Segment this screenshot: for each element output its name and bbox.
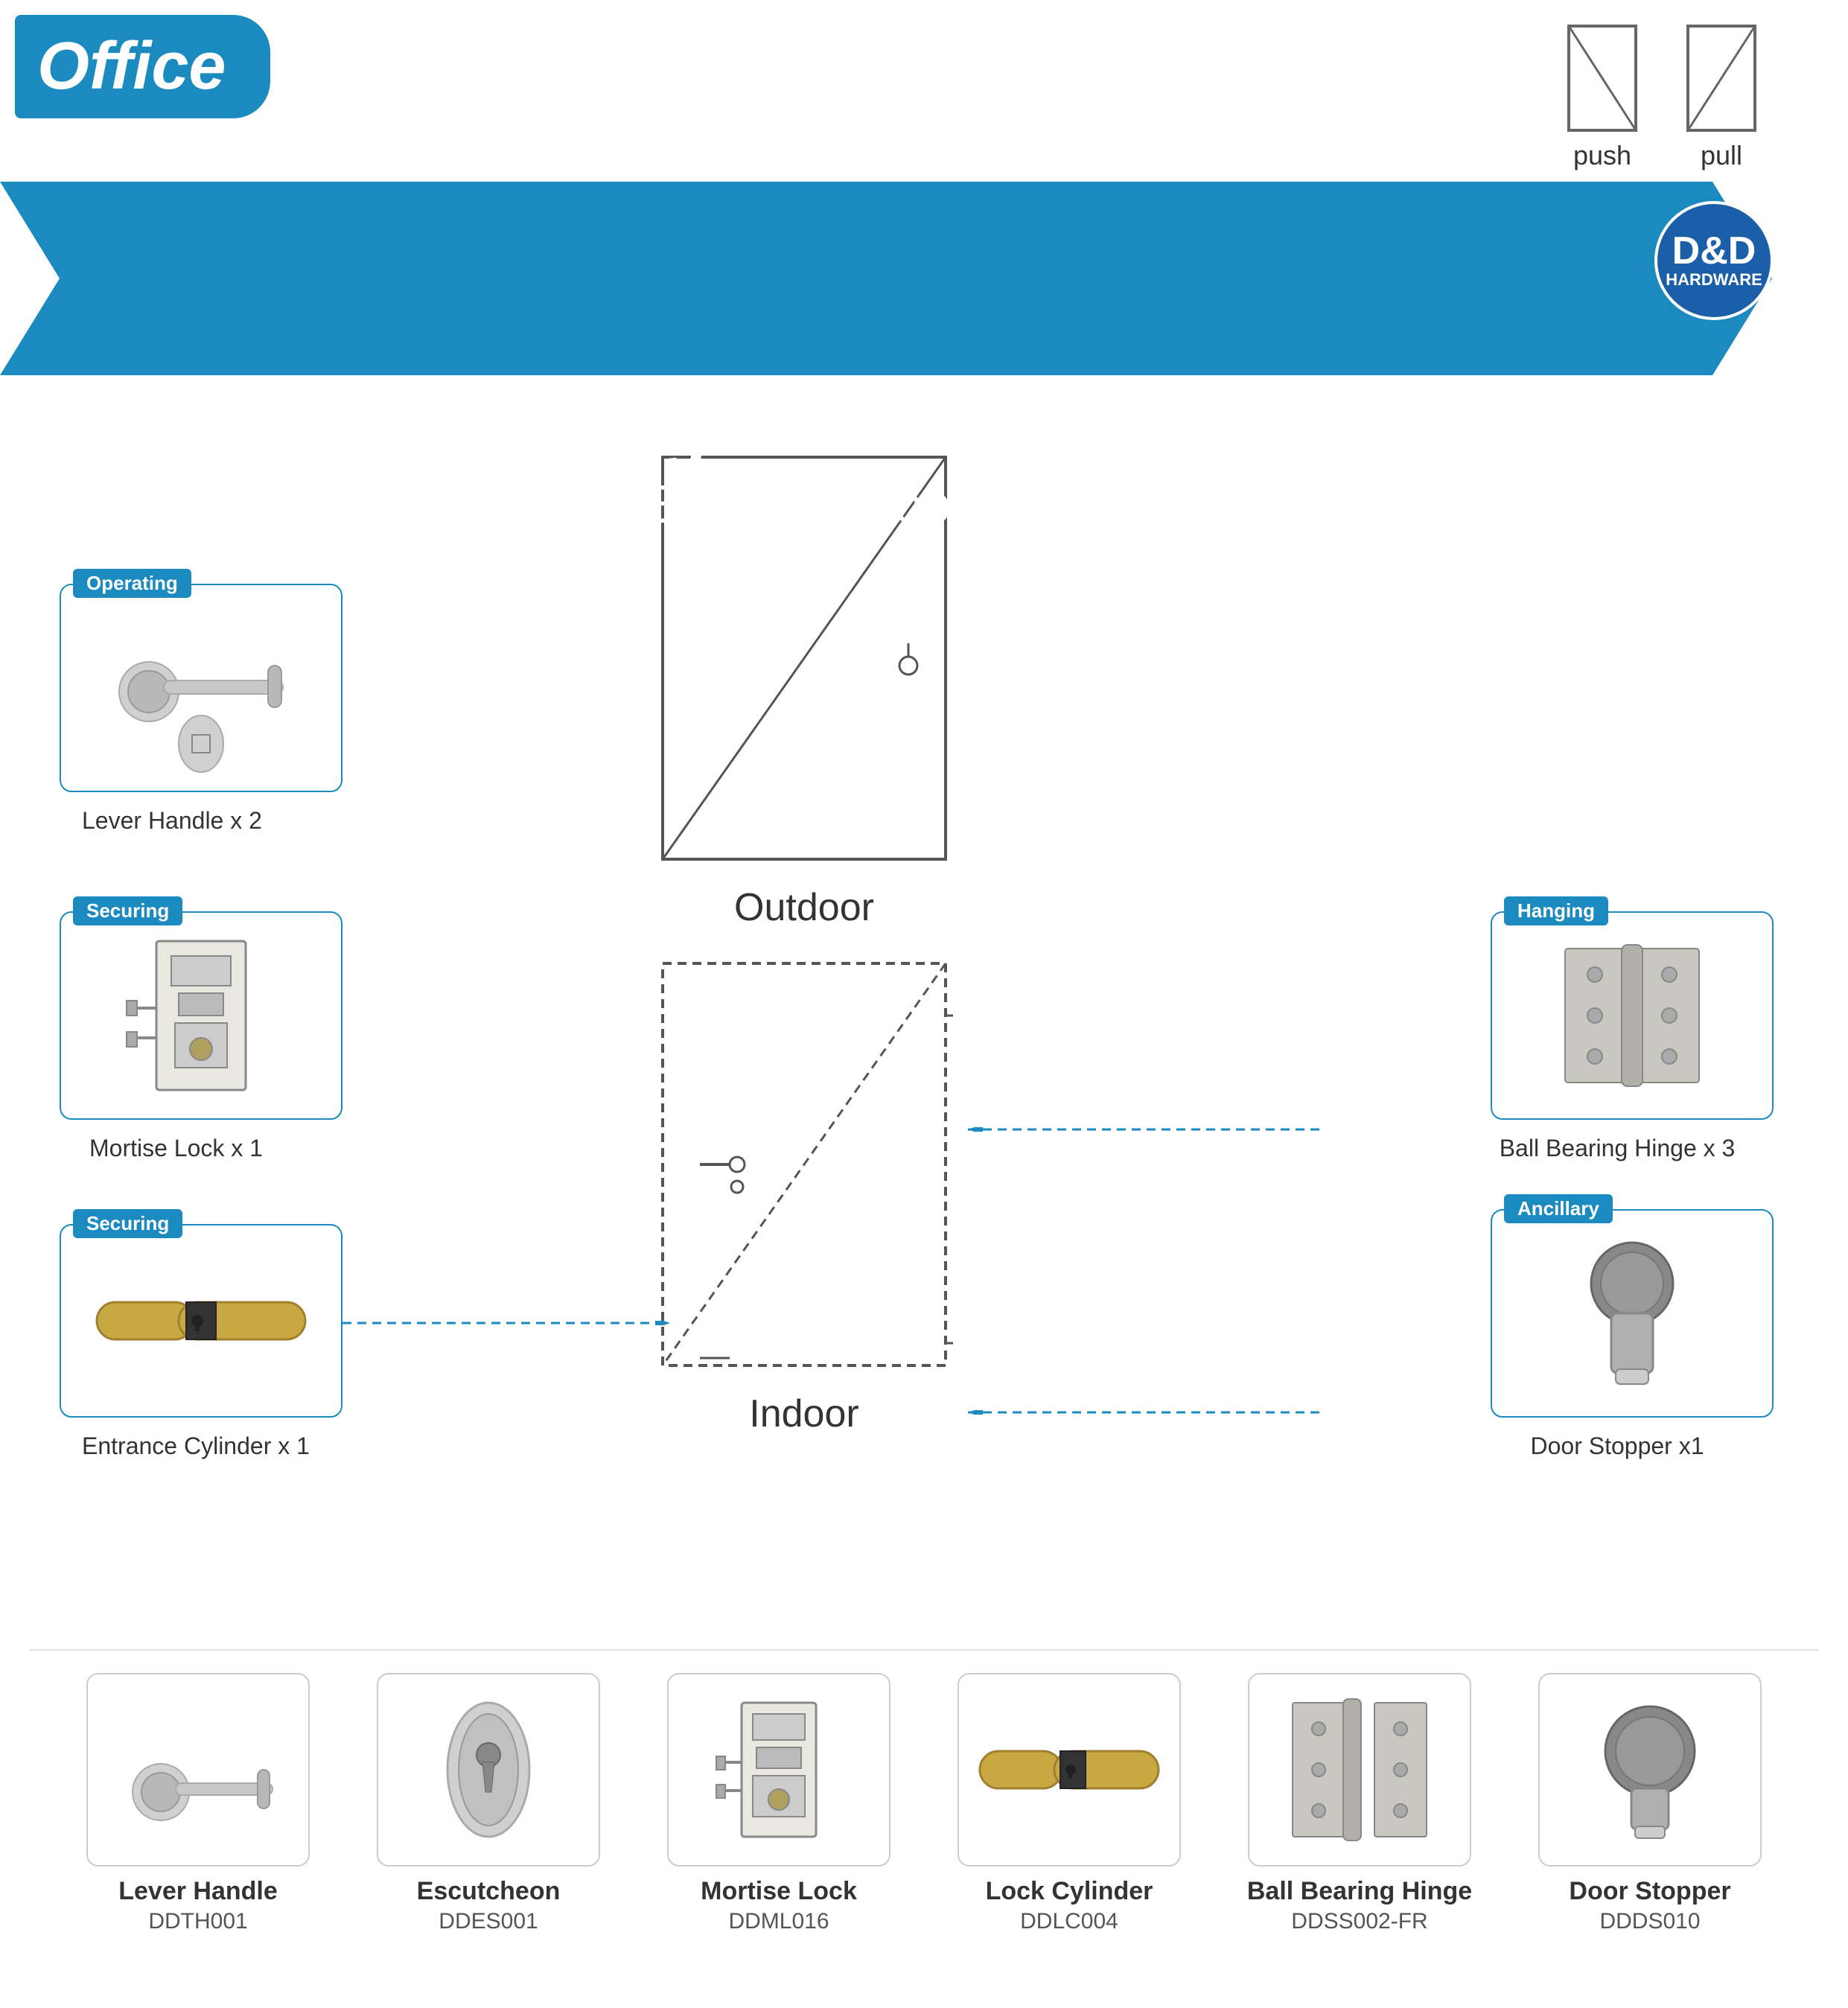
pull-item: pull [1684,22,1759,171]
bottom-cylinder-box [958,1673,1181,1867]
bottom-lever-handle-box [86,1673,310,1867]
bottom-escutcheon-image [436,1695,541,1844]
bottom-lever-handle: Lever Handle DDTH001 [75,1673,321,1934]
ancillary-tag: Ancillary [1504,1194,1613,1223]
dd-logo-sub: HARDWARE [1666,270,1762,290]
hinge-image [1535,934,1729,1097]
bottom-mortise-lock-box [667,1673,890,1867]
door-stopper-label: Door Stopper x1 [1476,1432,1759,1460]
bottom-stopper-image [1583,1695,1717,1844]
bottom-lever-image [109,1703,287,1837]
push-label: push [1573,140,1631,171]
office-title: Office [37,28,226,105]
bottom-mortise-code: DDML016 [728,1909,829,1934]
indoor-door-svg [655,956,953,1373]
hinge-connector-line [968,1127,1325,1132]
pull-label: pull [1701,140,1742,171]
pull-icon [1684,22,1759,134]
bottom-products-row: Lever Handle DDTH001 Escutcheon DDES001 [0,1651,1848,2008]
stopper-connector-line [968,1410,1325,1415]
indoor-door-label: Indoor [655,1392,953,1436]
bottom-hinge-name: Ball Bearing Hinge [1247,1877,1472,1906]
push-item: push [1565,22,1640,171]
entrance-cylinder-card: Securing [60,1224,342,1418]
bottom-stopper-box [1538,1673,1762,1867]
ball-bearing-hinge-card: Hanging [1491,911,1774,1120]
office-badge: Office [15,15,270,118]
bottom-cylinder-code: DDLC004 [1020,1909,1118,1934]
bottom-cylinder-name: Lock Cylinder [986,1877,1153,1906]
push-icon [1565,22,1640,134]
bottom-escutcheon: Escutcheon DDES001 [366,1673,611,1934]
bottom-lever-handle-code: DDTH001 [148,1909,247,1934]
bottom-cylinder-image [972,1721,1166,1818]
stopper-image [1558,1231,1707,1395]
ball-bearing-hinge-label: Ball Bearing Hinge x 3 [1476,1135,1759,1162]
header: Office push pull [0,0,1848,182]
mortise-lock-card: Securing [60,911,342,1120]
cylinder-image [82,1261,320,1380]
cylinder-connector-line [342,1321,670,1325]
lever-handle-label: Lever Handle x 2 [82,807,262,835]
bottom-hinge-code: DDSS002-FR [1291,1909,1427,1934]
bottom-door-stopper: Door Stopper DDDS010 [1527,1673,1773,1934]
banner-title: Single Door Solution [541,386,1307,471]
bottom-hinge-image [1278,1695,1441,1844]
bottom-hinge-box [1248,1673,1471,1867]
lever-handle-card: Operating [60,584,342,792]
outdoor-door-label: Outdoor [655,885,953,930]
mortise-lock-image [112,934,290,1097]
banner: Single Door Solution (European configura… [0,182,1848,375]
main-content: Outdoor Indoor Operating [0,375,1848,1651]
bottom-hinge: Ball Bearing Hinge DDSS002-FR [1237,1673,1482,1934]
bottom-mortise-name: Mortise Lock [701,1877,857,1906]
hanging-tag: Hanging [1504,896,1608,925]
escutcheon-small [171,714,231,774]
bottom-escutcheon-code: DDES001 [439,1909,538,1934]
dd-logo: D&D HARDWARE [1654,201,1774,320]
entrance-cylinder-label: Entrance Cylinder x 1 [82,1432,310,1460]
bottom-escutcheon-name: Escutcheon [417,1877,561,1906]
operating-tag: Operating [73,569,191,598]
bottom-escutcheon-box [377,1673,600,1867]
bottom-lock-cylinder: Lock Cylinder DDLC004 [946,1673,1192,1934]
securing-tag2: Securing [73,1209,182,1238]
bottom-mortise-lock: Mortise Lock DDML016 [656,1673,902,1934]
mortise-lock-label: Mortise Lock x 1 [89,1135,263,1162]
banner-text: Single Door Solution (European configura… [0,363,1848,557]
bottom-stopper-code: DDDS010 [1599,1909,1700,1934]
bottom-mortise-image [704,1695,853,1844]
bottom-lever-handle-name: Lever Handle [118,1877,278,1906]
dd-logo-text: D&D [1672,232,1756,270]
door-stopper-card: Ancillary [1491,1209,1774,1418]
securing-tag1: Securing [73,896,182,925]
push-pull-container: push pull [1565,22,1759,171]
banner-subtitle: (European configuration) [629,474,1220,535]
indoor-door-container: Indoor [655,956,953,1436]
bottom-stopper-name: Door Stopper [1569,1877,1730,1906]
banner-shape [0,182,1848,375]
